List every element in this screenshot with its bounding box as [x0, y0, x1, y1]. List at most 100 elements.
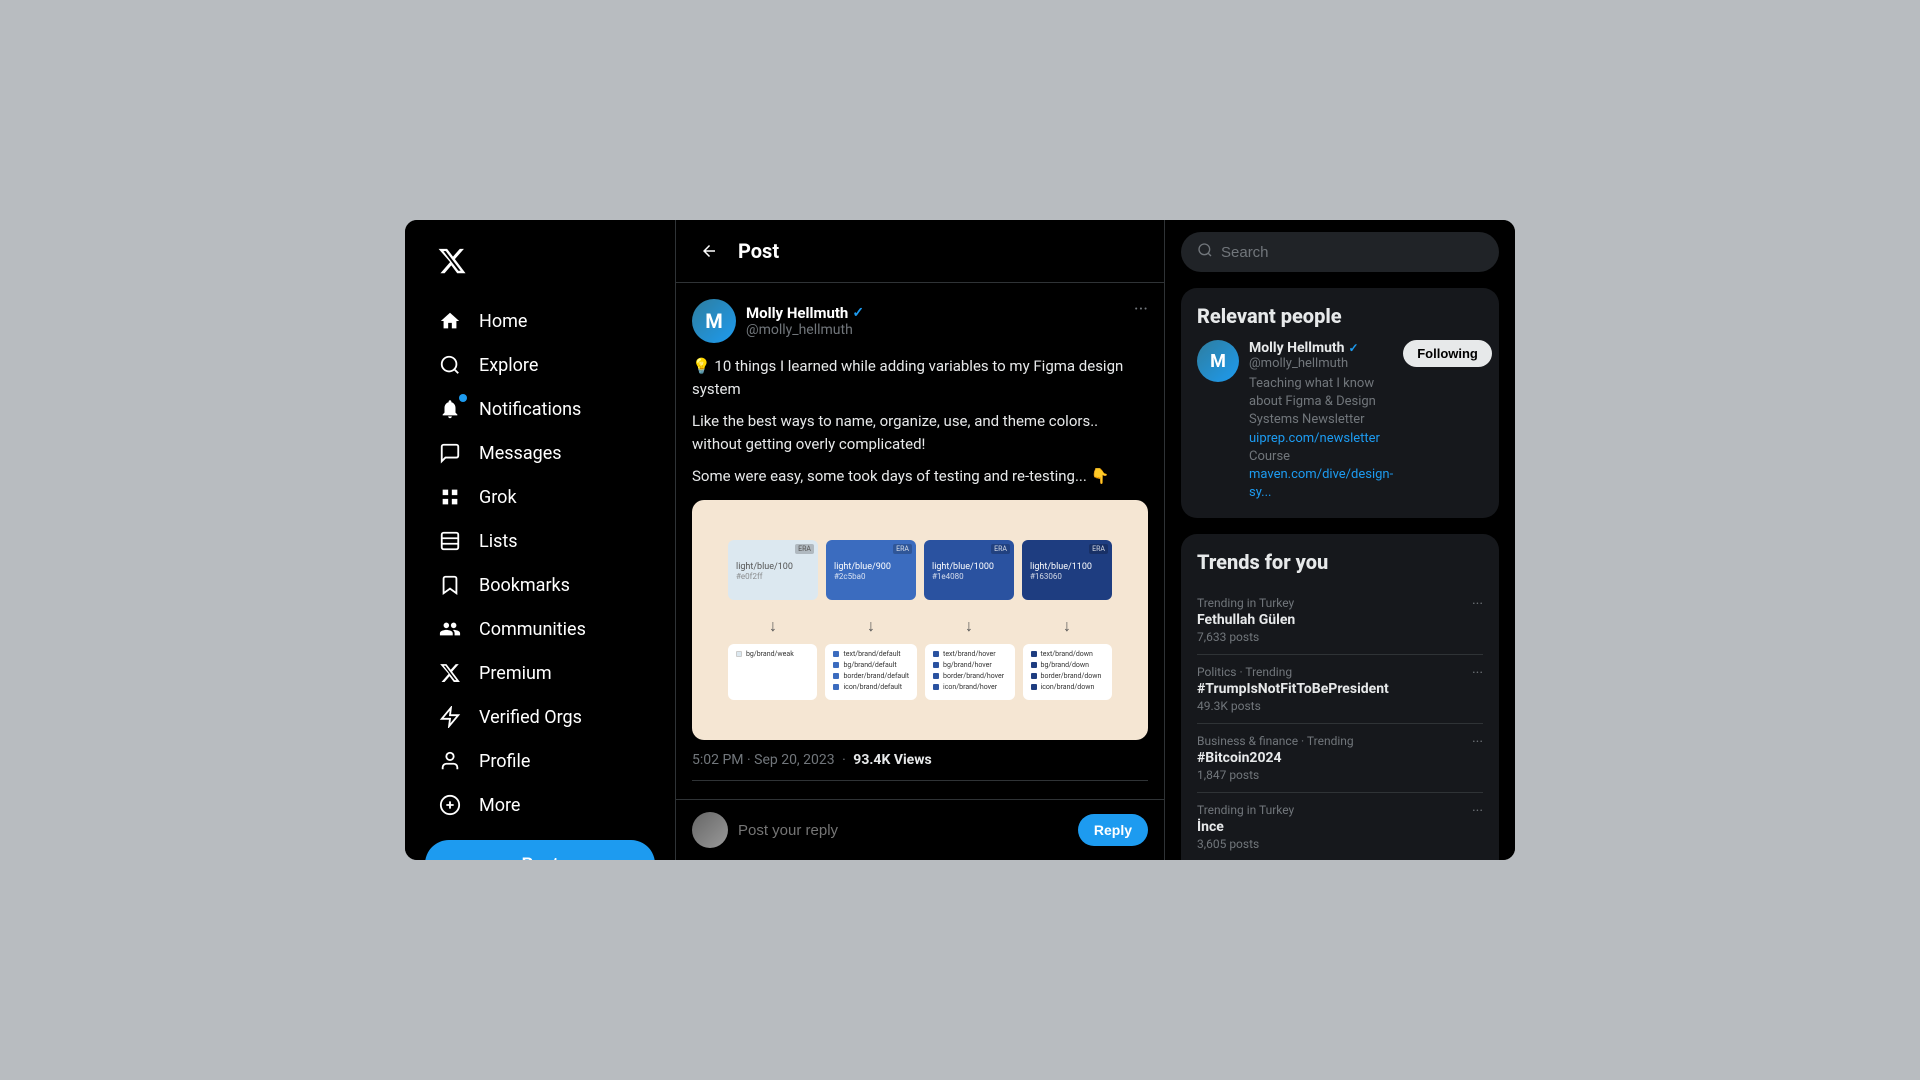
reply-avatar: [692, 812, 728, 848]
lists-icon: [437, 530, 463, 552]
reply-box: Reply: [676, 799, 1164, 860]
sidebar-item-home[interactable]: Home: [425, 300, 655, 342]
app-window: Home Explore Notifications Messages: [405, 220, 1515, 860]
back-button[interactable]: [692, 234, 726, 268]
trend-category-1: Politics · Trending: [1197, 665, 1389, 679]
notification-badge: [459, 394, 467, 402]
trend-posts-2: 1,847 posts: [1197, 768, 1354, 782]
sidebar-label-lists: Lists: [479, 531, 518, 552]
trend-posts-3: 3,605 posts: [1197, 837, 1294, 851]
grok-icon: [437, 486, 463, 508]
relevant-link-1[interactable]: uiprep.com/newsletter: [1249, 431, 1380, 446]
trend-item-3[interactable]: Trending in Turkey İnce 3,605 posts ···: [1197, 793, 1483, 860]
sidebar-item-more[interactable]: More: [425, 784, 655, 826]
relevant-person-handle: @molly_hellmuth: [1249, 356, 1393, 371]
trend-name-0: Fethullah Gülen: [1197, 612, 1295, 628]
sidebar-label-bookmarks: Bookmarks: [479, 575, 570, 596]
figma-arrows: ↓ ↓ ↓ ↓: [728, 616, 1112, 636]
more-icon: [437, 794, 463, 816]
figma-card-4: ERA light/blue/1100 #163060: [1022, 540, 1112, 600]
reply-button[interactable]: Reply: [1078, 814, 1148, 846]
sidebar-label-profile: Profile: [479, 751, 530, 772]
author-name: Molly Hellmuth ✓: [746, 304, 864, 322]
sidebar-item-bookmarks[interactable]: Bookmarks: [425, 564, 655, 606]
figma-bottom-cards: bg/brand/weak text/brand/default bg/bran…: [728, 644, 1112, 700]
sidebar-label-home: Home: [479, 311, 527, 332]
trend-name-1: #TrumpIsNotFitToBePresident: [1197, 681, 1389, 697]
trend-category-2: Business & finance · Trending: [1197, 734, 1354, 748]
post-button[interactable]: Post: [425, 840, 655, 860]
trend-more-1[interactable]: ···: [1472, 665, 1483, 681]
more-options-button[interactable]: ···: [1134, 299, 1148, 320]
trend-name-2: #Bitcoin2024: [1197, 750, 1354, 766]
verified-badge: ✓: [852, 305, 864, 321]
relevant-person: M Molly Hellmuth ✓ @molly_hellmuth Teach…: [1197, 340, 1483, 502]
trend-more-0[interactable]: ···: [1472, 596, 1483, 612]
search-input[interactable]: [1221, 244, 1483, 261]
relevant-person-name: Molly Hellmuth ✓: [1249, 340, 1393, 356]
author-avatar: M: [692, 299, 736, 343]
figma-preview: ERA light/blue/100 #e0f2ff ERA light/blu…: [712, 520, 1128, 720]
post-header: Post: [676, 220, 1164, 283]
relevant-link-2[interactable]: maven.com/dive/design-sy...: [1249, 467, 1393, 500]
trend-item-0[interactable]: Trending in Turkey Fethullah Gülen 7,633…: [1197, 586, 1483, 655]
sidebar-label-messages: Messages: [479, 443, 562, 464]
figma-color-cards: ERA light/blue/100 #e0f2ff ERA light/blu…: [728, 540, 1112, 600]
trend-category-0: Trending in Turkey: [1197, 596, 1295, 610]
profile-icon: [437, 750, 463, 772]
sidebar-item-lists[interactable]: Lists: [425, 520, 655, 562]
bookmarks-icon: [437, 574, 463, 596]
relevant-people-title: Relevant people: [1197, 304, 1483, 328]
sidebar-item-profile[interactable]: Profile: [425, 740, 655, 782]
sidebar-label-verified-orgs: Verified Orgs: [479, 707, 582, 728]
trends-section: Trends for you Trending in Turkey Fethul…: [1181, 534, 1499, 860]
sidebar: Home Explore Notifications Messages: [405, 220, 675, 860]
search-icon: [1197, 242, 1213, 262]
relevant-verified-badge: ✓: [1349, 341, 1359, 355]
sidebar-item-communities[interactable]: Communities: [425, 608, 655, 650]
sidebar-item-verified-orgs[interactable]: Verified Orgs: [425, 696, 655, 738]
home-icon: [437, 310, 463, 332]
tweet-image: ERA light/blue/100 #e0f2ff ERA light/blu…: [692, 500, 1148, 740]
trend-more-3[interactable]: ···: [1472, 803, 1483, 819]
author-handle: @molly_hellmuth: [746, 322, 864, 338]
sidebar-item-notifications[interactable]: Notifications: [425, 388, 655, 430]
trend-category-3: Trending in Turkey: [1197, 803, 1294, 817]
right-sidebar: Relevant people M Molly Hellmuth ✓ @moll…: [1165, 220, 1515, 860]
sidebar-item-grok[interactable]: Grok: [425, 476, 655, 518]
reply-input[interactable]: [738, 822, 1068, 839]
explore-icon: [437, 354, 463, 376]
sidebar-label-more: More: [479, 795, 520, 816]
sidebar-logo[interactable]: [425, 236, 655, 290]
trend-item-2[interactable]: Business & finance · Trending #Bitcoin20…: [1197, 724, 1483, 793]
trend-more-2[interactable]: ···: [1472, 734, 1483, 750]
relevant-people-section: Relevant people M Molly Hellmuth ✓ @moll…: [1181, 288, 1499, 518]
tweet-meta: 5:02 PM · Sep 20, 2023 · 93.4K Views: [692, 752, 1148, 781]
figma-card-2: ERA light/blue/900 #2c5ba0: [826, 540, 916, 600]
sidebar-item-premium[interactable]: Premium: [425, 652, 655, 694]
sidebar-label-premium: Premium: [479, 663, 552, 684]
search-box[interactable]: [1181, 232, 1499, 272]
notifications-icon: [437, 398, 463, 420]
tweet-text: 💡 10 things I learned while adding varia…: [692, 355, 1148, 488]
trend-posts-1: 49.3K posts: [1197, 699, 1389, 713]
sidebar-label-grok: Grok: [479, 487, 517, 508]
figma-bottom-2: text/brand/default bg/brand/default bord…: [825, 644, 917, 700]
communities-icon: [437, 618, 463, 640]
follow-button[interactable]: Following: [1403, 340, 1492, 367]
post-title: Post: [738, 239, 779, 263]
sidebar-label-communities: Communities: [479, 619, 586, 640]
post-body: M Molly Hellmuth ✓ @molly_hellmuth ··· 💡…: [676, 283, 1164, 799]
sidebar-label-notifications: Notifications: [479, 399, 581, 420]
sidebar-item-messages[interactable]: Messages: [425, 432, 655, 474]
main-content: Post M Molly Hellmuth ✓ @molly_hellmuth: [675, 220, 1165, 860]
trend-item-1[interactable]: Politics · Trending #TrumpIsNotFitToBePr…: [1197, 655, 1483, 724]
verified-orgs-icon: [437, 706, 463, 728]
x-logo-icon: [437, 246, 467, 276]
trend-posts-0: 7,633 posts: [1197, 630, 1295, 644]
figma-bottom-1: bg/brand/weak: [728, 644, 817, 700]
figma-bottom-4: text/brand/down bg/brand/down border/bra…: [1023, 644, 1112, 700]
relevant-person-bio: Teaching what I know about Figma & Desig…: [1249, 375, 1393, 502]
sidebar-item-explore[interactable]: Explore: [425, 344, 655, 386]
messages-icon: [437, 442, 463, 464]
